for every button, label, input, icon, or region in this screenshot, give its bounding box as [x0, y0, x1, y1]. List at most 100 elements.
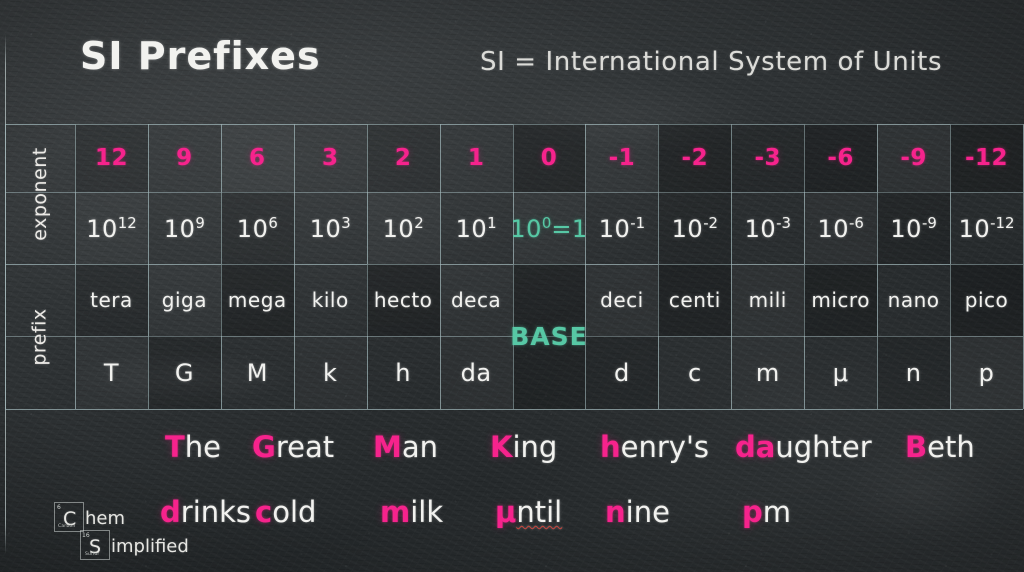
prefix-name-value: mili	[748, 288, 787, 312]
prefix-name-cell: mili	[731, 264, 804, 336]
prefix-symbol-value: p	[978, 358, 995, 387]
prefix-symbol-value: G	[174, 358, 194, 387]
mnemonic-line-2-word: cold	[255, 495, 316, 529]
prefix-symbol-value: d	[614, 358, 630, 387]
prefix-name-value: tera	[90, 288, 133, 312]
mnemonic-initial: da	[735, 430, 776, 464]
exponent-cell: -9	[877, 124, 950, 192]
power-cell: 109	[148, 192, 221, 264]
power-value: 10-2	[671, 213, 719, 243]
prefix-name-value: centi	[668, 288, 721, 312]
exponent-cell: 9	[148, 124, 221, 192]
mnemonic-initial: m	[380, 495, 411, 529]
prefix-symbol-value: T	[103, 358, 120, 387]
element-name-sulfur: Sulfur	[85, 552, 100, 557]
power-cell: 10-2	[658, 192, 732, 264]
exponent-cell: -6	[804, 124, 878, 192]
prefix-symbol-cell: μ	[804, 336, 877, 409]
mnemonic-initial: μ	[495, 495, 517, 529]
mnemonic-rest: ntil	[516, 495, 563, 529]
prefix-name-value: hecto	[373, 288, 433, 312]
exponent-value: -12	[964, 145, 1009, 171]
mnemonic-initial: p	[742, 495, 763, 529]
mnemonic-rest: ilk	[410, 495, 444, 529]
prefix-name-cell: hecto	[366, 264, 440, 336]
power-exponent: 12	[117, 213, 137, 232]
mnemonic-initial: n	[605, 495, 626, 529]
prefix-name-value: giga	[161, 288, 207, 312]
prefix-symbol-value: k	[323, 358, 338, 387]
element-number-carbon: 6	[57, 504, 61, 511]
exponent-cell: -2	[658, 124, 732, 192]
prefix-symbol-cell: c	[658, 336, 731, 409]
mnemonic-initial: G	[252, 430, 276, 464]
prefix-name-cell: kilo	[294, 264, 367, 336]
prefix-symbol-cell: k	[294, 336, 367, 409]
power-value: 103	[309, 213, 351, 243]
exponent-value: 0	[540, 145, 558, 171]
mnemonic-rest: an	[401, 430, 439, 464]
exponent-cell: 12	[75, 124, 148, 192]
subtitle-definition: SI = International System of Units	[480, 47, 943, 77]
prefix-symbol-cell: G	[147, 336, 221, 409]
exponent-value: 12	[94, 145, 128, 171]
mnemonic-initial: B	[905, 430, 928, 464]
si-prefix-table: exponent prefix 12 1012 tera T 9 109 giga G 6 106 m…	[5, 124, 1024, 410]
prefix-symbol-cell: d	[585, 336, 659, 409]
row-label-prefix: prefix	[5, 264, 75, 409]
prefix-name-value: kilo	[311, 288, 349, 312]
prefix-name-value: pico	[964, 288, 1009, 312]
prefix-symbol-value: da	[460, 358, 492, 387]
power-value: 10-3	[744, 213, 791, 243]
power-cell: 100=1	[513, 192, 586, 264]
prefix-name-value: deca	[450, 288, 502, 312]
power-value: 106	[236, 213, 278, 243]
exponent-value: -1	[608, 145, 636, 171]
prefix-symbol-value: h	[395, 358, 411, 387]
power-exponent: 3	[341, 213, 351, 232]
power-cell: 106	[220, 192, 294, 264]
mnemonic-initial: M	[373, 430, 402, 464]
power-value: 102	[382, 213, 424, 243]
prefix-symbol-cell: n	[877, 336, 951, 409]
prefix-name-value: nano	[887, 288, 940, 312]
exponent-cell: -12	[950, 124, 1023, 192]
power-value: 100=1	[513, 214, 586, 243]
power-exponent: 0	[541, 213, 552, 232]
prefix-symbol-value: M	[246, 358, 268, 387]
prefix-symbol-value: m	[755, 358, 780, 387]
mnemonic-rest: reat	[275, 430, 335, 464]
mnemonic-line-1-word: Great	[252, 430, 334, 464]
power-cell: 1012	[75, 192, 148, 264]
mnemonic-line-1-word: The	[165, 430, 221, 464]
prefix-symbol-value: μ	[832, 358, 849, 387]
mnemonic-initial: T	[165, 430, 185, 464]
page-title: SI Prefixes	[80, 34, 321, 78]
prefix-symbol-value: n	[905, 358, 922, 387]
prefix-symbol-cell: da	[440, 336, 513, 409]
power-value: 10-6	[817, 213, 864, 243]
power-exponent: 2	[414, 213, 424, 232]
exponent-value: 6	[249, 145, 266, 171]
exponent-cell: 3	[294, 124, 367, 192]
mnemonic-line-2-word: nine	[605, 495, 670, 529]
mnemonic-rest: he	[184, 430, 222, 464]
prefix-symbol-cell: M	[221, 336, 294, 409]
prefix-name-value: deci	[600, 288, 644, 312]
prefix-symbol-value: c	[687, 358, 702, 387]
power-exponent: 6	[268, 213, 278, 232]
power-exponent: -12	[990, 213, 1015, 232]
mnemonic-line-1-word: Beth	[905, 430, 975, 464]
exponent-value: -3	[754, 145, 782, 171]
mnemonic-line-1-word: henry's	[600, 430, 709, 464]
row-label-text: prefix	[28, 307, 51, 366]
prefix-name-cell: giga	[148, 264, 221, 336]
mnemonic-line-2-word: drinks	[160, 495, 251, 529]
power-value: 109	[163, 213, 205, 243]
power-exponent: -2	[703, 213, 719, 232]
exponent-value: 2	[394, 145, 412, 171]
mnemonic-rest: ine	[625, 495, 670, 529]
prefix-name-cell: nano	[877, 264, 950, 336]
exponent-cell: 0	[512, 124, 586, 192]
power-value: 101	[455, 213, 497, 243]
